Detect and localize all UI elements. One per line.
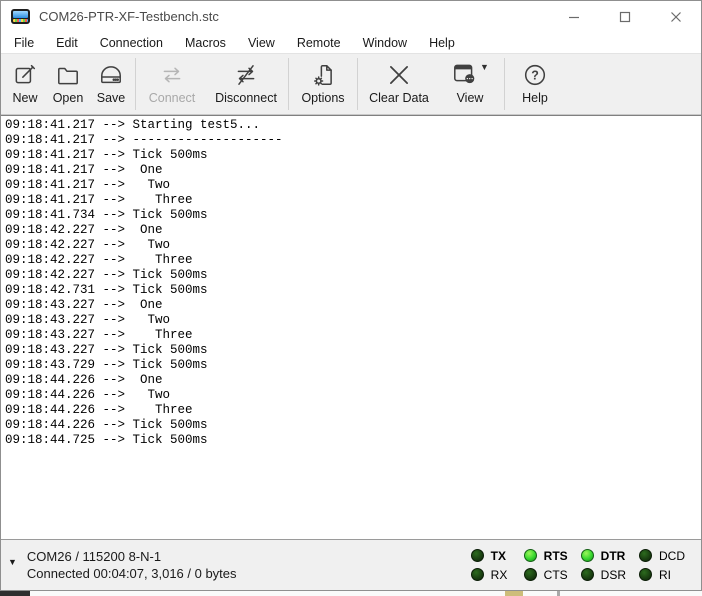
desktop-strip <box>0 591 702 596</box>
led-label: DSR <box>601 568 626 582</box>
led-label: DCD <box>659 549 685 563</box>
save-button[interactable]: Save <box>89 54 133 114</box>
connect-button[interactable]: Connect <box>138 54 206 114</box>
connect-arrows-icon <box>159 60 185 90</box>
new-button[interactable]: New <box>3 54 47 114</box>
status-left: ▼ COM26 / 115200 8-N-1 Connected 00:04:0… <box>8 548 471 582</box>
toolbar-label: Options <box>301 91 344 105</box>
port-settings-text: COM26 / 115200 8-N-1 <box>27 548 237 565</box>
desktop-fragment <box>557 591 560 596</box>
minimize-button[interactable] <box>548 1 599 32</box>
open-folder-icon <box>55 60 81 90</box>
toolbar-separator <box>504 58 505 110</box>
led-rts: RTS <box>524 549 568 563</box>
menu-edit[interactable]: Edit <box>45 34 89 52</box>
rts-led-icon <box>524 549 537 562</box>
toolbar-separator <box>135 58 136 110</box>
dsr-led-icon <box>581 568 594 581</box>
status-dropdown-arrow[interactable]: ▼ <box>8 557 17 567</box>
disconnect-button[interactable]: Disconnect <box>206 54 286 114</box>
signal-led-panel: TX RX RTS CTS DTR DSR <box>471 547 685 584</box>
toolbar-separator <box>288 58 289 110</box>
led-dsr: DSR <box>581 568 626 582</box>
open-button[interactable]: Open <box>47 54 89 114</box>
svg-text:?: ? <box>531 69 539 83</box>
toolbar-separator <box>357 58 358 110</box>
view-button[interactable]: ▼ View <box>438 54 502 114</box>
dtr-led-icon <box>581 549 594 562</box>
led-tx: TX <box>471 549 511 563</box>
toolbar-label: View <box>457 91 484 105</box>
clear-data-button[interactable]: Clear Data <box>360 54 438 114</box>
menu-window[interactable]: Window <box>352 34 418 52</box>
close-button[interactable] <box>650 1 701 32</box>
status-bar: ▼ COM26 / 115200 8-N-1 Connected 00:04:0… <box>1 540 701 590</box>
toolbar: New Open Save <box>1 53 701 115</box>
window-title: COM26-PTR-XF-Testbench.stc <box>39 9 548 24</box>
toolbar-label: Disconnect <box>215 91 277 105</box>
led-dcd: DCD <box>639 549 685 563</box>
toolbar-label: Save <box>97 91 126 105</box>
toolbar-label: Connect <box>149 91 196 105</box>
new-file-icon <box>12 60 38 90</box>
minimize-icon <box>568 11 580 23</box>
desktop-fragment <box>505 591 523 596</box>
dcd-led-icon <box>639 549 652 562</box>
terminal-output: 09:18:41.217 --> Starting test5... 09:18… <box>1 116 701 448</box>
cts-led-icon <box>524 568 537 581</box>
maximize-button[interactable] <box>599 1 650 32</box>
led-ri: RI <box>639 568 685 582</box>
title-bar: COM26-PTR-XF-Testbench.stc <box>1 1 701 32</box>
options-button[interactable]: Options <box>291 54 355 114</box>
clear-x-icon <box>386 60 412 90</box>
close-icon <box>670 11 682 23</box>
menu-remote[interactable]: Remote <box>286 34 352 52</box>
view-dropdown-caret: ▼ <box>480 62 489 72</box>
window-controls <box>548 1 701 32</box>
save-drive-icon <box>98 60 124 90</box>
ri-led-icon <box>639 568 652 581</box>
view-window-icon: ▼ <box>451 60 489 90</box>
help-button[interactable]: ? Help <box>507 54 563 114</box>
led-rx: RX <box>471 568 511 582</box>
desktop-fragment <box>0 591 30 596</box>
menu-macros[interactable]: Macros <box>174 34 237 52</box>
terminal-area[interactable]: 09:18:41.217 --> Starting test5... 09:18… <box>1 115 701 540</box>
menu-bar: File Edit Connection Macros View Remote … <box>1 32 701 53</box>
led-cts: CTS <box>524 568 568 582</box>
app-window: COM26-PTR-XF-Testbench.stc File Edit Con… <box>0 0 702 591</box>
menu-view[interactable]: View <box>237 34 286 52</box>
menu-file[interactable]: File <box>3 34 45 52</box>
toolbar-label: Open <box>53 91 84 105</box>
led-label: CTS <box>544 568 568 582</box>
maximize-icon <box>619 11 631 23</box>
connection-stats-text: Connected 00:04:07, 3,016 / 0 bytes <box>27 565 237 582</box>
toolbar-label: New <box>12 91 37 105</box>
toolbar-label: Clear Data <box>369 91 429 105</box>
help-question-icon: ? <box>522 60 548 90</box>
disconnect-arrows-icon <box>233 60 259 90</box>
menu-connection[interactable]: Connection <box>89 34 174 52</box>
rx-led-icon <box>471 568 484 581</box>
led-label: RX <box>491 568 508 582</box>
app-icon <box>11 9 30 24</box>
led-label: DTR <box>601 549 626 563</box>
led-label: RTS <box>544 549 568 563</box>
tx-led-icon <box>471 549 484 562</box>
led-dtr: DTR <box>581 549 626 563</box>
menu-help[interactable]: Help <box>418 34 466 52</box>
led-label: TX <box>491 549 506 563</box>
status-lines: COM26 / 115200 8-N-1 Connected 00:04:07,… <box>27 548 237 582</box>
options-gear-document-icon <box>310 60 336 90</box>
toolbar-label: Help <box>522 91 548 105</box>
led-label: RI <box>659 568 671 582</box>
